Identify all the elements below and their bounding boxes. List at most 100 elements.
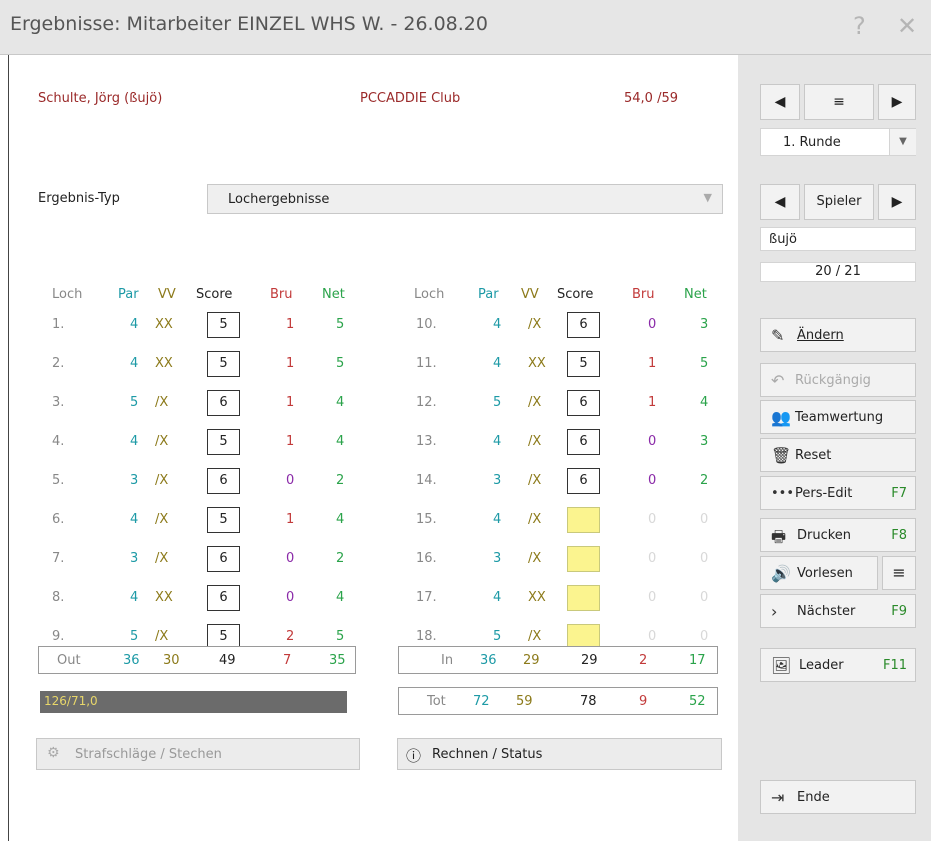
next-round-button[interactable]: ▶ <box>878 84 916 120</box>
exit-button-label: Ende <box>797 790 830 805</box>
score-input[interactable]: 6 <box>207 468 240 494</box>
calc-status-button-label: Rechnen / Status <box>432 747 543 762</box>
score-input[interactable] <box>567 507 600 533</box>
player-short-value: ßujö <box>769 232 797 247</box>
col-bru-right: Bru <box>632 287 655 302</box>
hole-par: 5 <box>130 395 139 410</box>
undo-button[interactable]: ↶ Rückgängig <box>760 363 916 397</box>
hole-par: 4 <box>493 590 502 605</box>
hole-bru: 0 <box>648 629 657 644</box>
hole-par: 4 <box>493 512 502 527</box>
next-button[interactable]: › Nächster F9 <box>760 594 916 628</box>
exit-button[interactable]: ⇥ Ende <box>760 780 916 814</box>
menu-icon: ≡ <box>892 563 906 582</box>
hole-par: 3 <box>130 551 139 566</box>
score-input[interactable] <box>567 546 600 572</box>
score-input[interactable]: 5 <box>207 351 240 377</box>
score-input[interactable]: 6 <box>207 546 240 572</box>
reset-button[interactable]: 🗑 Reset <box>760 438 916 472</box>
hole-vv: /X <box>155 434 169 449</box>
score-input[interactable] <box>567 585 600 611</box>
score-input[interactable]: 6 <box>567 429 600 455</box>
undo-icon: ↶ <box>771 371 785 390</box>
score-input[interactable]: 5 <box>207 507 240 533</box>
hole-net: 0 <box>700 590 709 605</box>
hole-number: 7. <box>52 551 65 566</box>
round-select[interactable]: 1. Runde ▼ <box>760 128 916 156</box>
info-icon: ⓘ <box>406 747 422 765</box>
print-button[interactable]: 🖶 Drucken F8 <box>760 518 916 552</box>
hole-net: 2 <box>336 473 345 488</box>
progress-text: 126/71,0 <box>44 694 98 708</box>
hole-par: 4 <box>130 512 139 527</box>
score-input[interactable]: 5 <box>567 351 600 377</box>
in-score: 29 <box>581 653 598 668</box>
read-aloud-menu-button[interactable]: ≡ <box>882 556 916 590</box>
exit-icon: ⇥ <box>771 788 785 807</box>
result-type-value: Lochergebnisse <box>228 192 330 207</box>
score-input[interactable]: 6 <box>207 585 240 611</box>
team-score-button-label: Teamwertung <box>795 410 884 425</box>
score-input[interactable]: 5 <box>207 312 240 338</box>
leader-shortcut: F11 <box>882 658 907 673</box>
hole-vv: /X <box>528 317 542 332</box>
calc-status-button[interactable]: ⓘ Rechnen / Status <box>397 738 722 770</box>
hole-bru: 0 <box>648 551 657 566</box>
out-score: 49 <box>219 653 236 668</box>
score-input[interactable]: 5 <box>207 429 240 455</box>
pers-edit-button[interactable]: ••• Pers-Edit F7 <box>760 476 916 510</box>
left-arrow-icon: ◀ <box>774 94 786 110</box>
hole-bru: 2 <box>286 629 295 644</box>
col-net-right: Net <box>684 287 707 302</box>
result-type-select[interactable]: Lochergebnisse ▼ <box>207 184 723 214</box>
pencil-icon: ✎ <box>771 326 785 345</box>
title-bar: Ergebnisse: Mitarbeiter EINZEL WHS W. - … <box>0 0 931 55</box>
in-bru: 2 <box>639 653 648 668</box>
round-menu-button[interactable]: ≡ <box>804 84 874 120</box>
out-par: 36 <box>123 653 140 668</box>
team-score-button[interactable]: 👥 Teamwertung <box>760 400 916 434</box>
printer-icon: 🖶 <box>771 527 787 546</box>
next-player-button[interactable]: ▶ <box>878 184 916 220</box>
hole-bru: 0 <box>286 551 295 566</box>
prev-player-button[interactable]: ◀ <box>760 184 800 220</box>
hole-net: 3 <box>700 434 709 449</box>
window-border <box>8 55 9 841</box>
read-aloud-button[interactable]: 🔊 Vorlesen <box>760 556 878 590</box>
edit-button[interactable]: ✎ Ändern <box>760 318 916 352</box>
hole-net: 4 <box>336 590 345 605</box>
tot-bru: 9 <box>639 694 648 709</box>
gear-icon: ⚙ <box>47 745 60 761</box>
hole-number: 1. <box>52 317 65 332</box>
hole-net: 0 <box>700 629 709 644</box>
hole-number: 11. <box>416 356 437 371</box>
penalty-button[interactable]: ⚙ Strafschläge / Stechen <box>36 738 360 770</box>
hole-par: 4 <box>493 434 502 449</box>
hole-bru: 1 <box>286 512 295 527</box>
in-label: In <box>441 653 454 668</box>
hole-vv: /X <box>528 512 542 527</box>
hole-vv: /X <box>528 434 542 449</box>
leader-button[interactable]: 🖼 Leader F11 <box>760 648 916 682</box>
close-icon[interactable]: ✕ <box>897 12 917 40</box>
hole-bru: 0 <box>648 512 657 527</box>
player-label-button[interactable]: Spieler <box>804 184 874 220</box>
penalty-button-label: Strafschläge / Stechen <box>75 747 222 762</box>
score-input[interactable]: 6 <box>207 390 240 416</box>
prev-round-button[interactable]: ◀ <box>760 84 800 120</box>
chevron-down-icon: ▼ <box>703 191 712 204</box>
score-input[interactable]: 6 <box>567 468 600 494</box>
edit-button-label: Ändern <box>797 328 844 343</box>
tot-par: 72 <box>473 694 490 709</box>
score-input[interactable]: 6 <box>567 312 600 338</box>
col-vv-right: VV <box>521 287 539 302</box>
hole-number: 15. <box>416 512 437 527</box>
in-par: 36 <box>480 653 497 668</box>
hole-vv: /X <box>155 551 169 566</box>
score-input[interactable]: 6 <box>567 390 600 416</box>
hole-number: 6. <box>52 512 65 527</box>
help-icon[interactable]: ? <box>853 12 866 40</box>
player-short-field[interactable]: ßujö <box>760 227 916 251</box>
hole-net: 2 <box>336 551 345 566</box>
out-total-row: Out 36 30 49 7 35 <box>38 646 356 674</box>
